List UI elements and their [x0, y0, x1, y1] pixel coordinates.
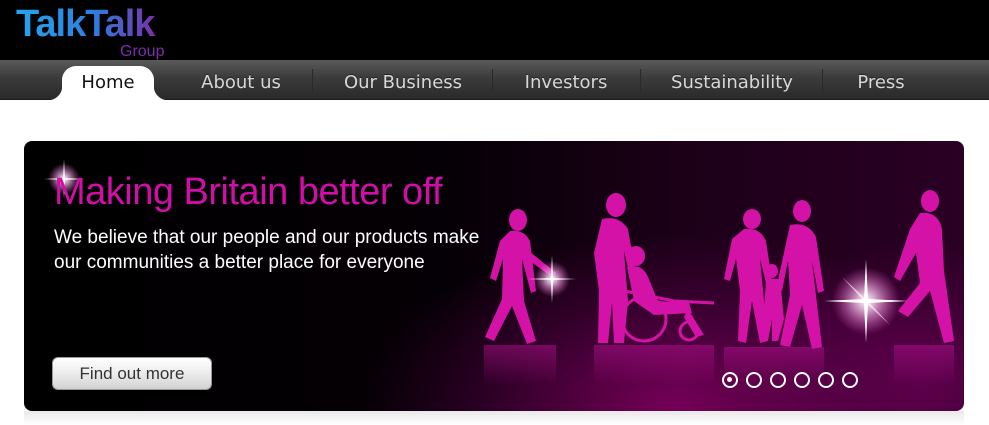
nav-tab-investors[interactable]: Investors — [510, 68, 622, 100]
top-header: TalkTalk Group — [0, 0, 989, 60]
nav-tab-press[interactable]: Press — [838, 68, 924, 100]
hero-title: Making Britain better off — [54, 171, 443, 213]
svg-text:TalkTalk: TalkTalk — [16, 3, 156, 45]
nav-divider — [822, 69, 823, 93]
nav-tab-about-us[interactable]: About us — [186, 68, 296, 100]
slide-dot-4[interactable] — [794, 372, 810, 388]
hero-banner: Making Britain better off We believe tha… — [24, 141, 964, 411]
slide-dot-1[interactable] — [722, 372, 738, 388]
slide-dot-3[interactable] — [770, 372, 786, 388]
slide-dot-6[interactable] — [842, 372, 858, 388]
nav-divider — [492, 69, 493, 93]
hero-shadow — [24, 411, 964, 425]
nav-tab-sustainability[interactable]: Sustainability — [658, 68, 806, 100]
slide-dot-5[interactable] — [818, 372, 834, 388]
nav-divider — [640, 69, 641, 93]
find-out-more-button[interactable]: Find out more — [52, 357, 212, 390]
logo-icon: TalkTalk Group — [16, 3, 165, 60]
nav-divider — [312, 69, 313, 93]
main-navigation: Home About us Our Business Investors Sus… — [0, 60, 989, 100]
nav-tab-home[interactable]: Home — [48, 66, 168, 100]
talktalk-group-logo[interactable]: TalkTalk Group — [16, 2, 186, 60]
slide-dot-2[interactable] — [746, 372, 762, 388]
nav-tab-our-business[interactable]: Our Business — [330, 68, 476, 100]
svg-text:Group: Group — [120, 43, 165, 60]
hero-description: We believe that our people and our produ… — [54, 227, 480, 273]
